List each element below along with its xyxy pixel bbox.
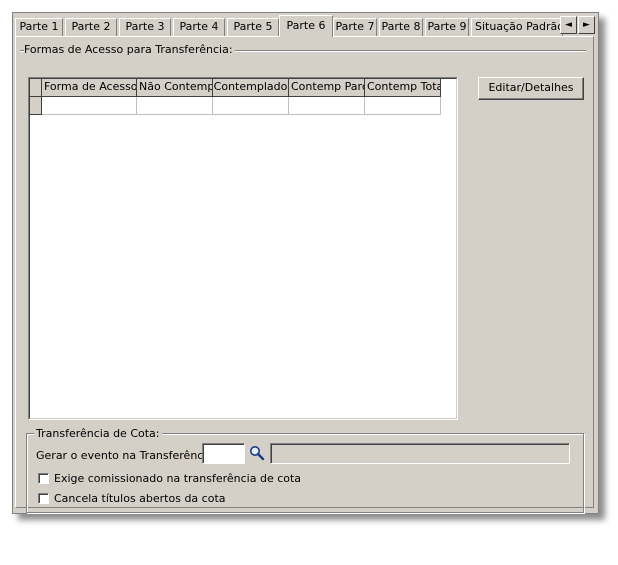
cancel-titles-checkbox[interactable] [38,493,49,504]
tab-parte-5[interactable]: Parte 5 [227,18,279,36]
tab-parte-8[interactable]: Parte 8 [379,18,423,36]
tab-parte-3[interactable]: Parte 3 [119,18,171,36]
grid-cell[interactable] [137,97,213,115]
tab-scroll-right-button[interactable]: ► [578,16,595,34]
tab-scroll-buttons: ◄ ► [560,16,596,34]
tab-parte-6[interactable]: Parte 6 [279,15,333,37]
grid-cell[interactable] [365,97,441,115]
grid-cell[interactable] [289,97,365,115]
tab-parte-4[interactable]: Parte 4 [173,18,225,36]
tab-situacao-padrao[interactable]: Situação Padrão N [471,18,563,36]
commissioned-checkbox[interactable] [38,473,49,484]
grid-col-header[interactable]: Contemp Total. [365,79,441,97]
tab-strip: Parte 1 Parte 2 Parte 3 Parte 4 Parte 5 … [15,15,595,37]
tab-parte-2[interactable]: Parte 2 [65,18,117,36]
commissioned-checkbox-label[interactable]: Exige comissionado na transferência de c… [54,472,301,485]
grid-col-header[interactable]: Contemplado [213,79,289,97]
tab-scroll-left-button[interactable]: ◄ [560,16,577,34]
access-grid[interactable]: Forma de Acesso Não Contemp. Contemplado… [28,77,458,420]
access-group-title: Formas de Acesso para Transferência: [24,43,235,56]
tab-page-parte-6: Formas de Acesso para Transferência: For… [15,36,594,513]
cancel-titles-checkbox-label[interactable]: Cancela títulos abertos da cota [54,492,226,505]
tab-parte-9[interactable]: Parte 9 [425,18,469,36]
grid-col-header[interactable]: Contemp Parc. [289,79,365,97]
grid-col-header[interactable]: Não Contemp. [137,79,213,97]
edit-details-button[interactable]: Editar/Detalhes [478,77,584,100]
grid-frame: Forma de Acesso Não Contemp. Contemplado… [29,78,457,419]
tab-parte-7[interactable]: Parte 7 [333,18,377,36]
event-label: Gerar o evento na Transferência: [36,449,217,462]
event-description-field [270,443,570,464]
tab-parte-1[interactable]: Parte 1 [15,18,63,36]
grid-cell[interactable] [42,97,137,115]
event-code-input[interactable] [202,443,245,464]
cota-group-title: Transferência de Cota: [34,427,162,440]
grid-cell[interactable] [213,97,289,115]
grid-col-header[interactable]: Forma de Acesso [42,79,137,97]
transfer-settings-window: Parte 1 Parte 2 Parte 3 Parte 4 Parte 5 … [12,12,599,514]
search-icon[interactable] [249,445,265,461]
grid-row-indicator[interactable] [30,97,42,115]
grid-corner-header [30,79,42,97]
